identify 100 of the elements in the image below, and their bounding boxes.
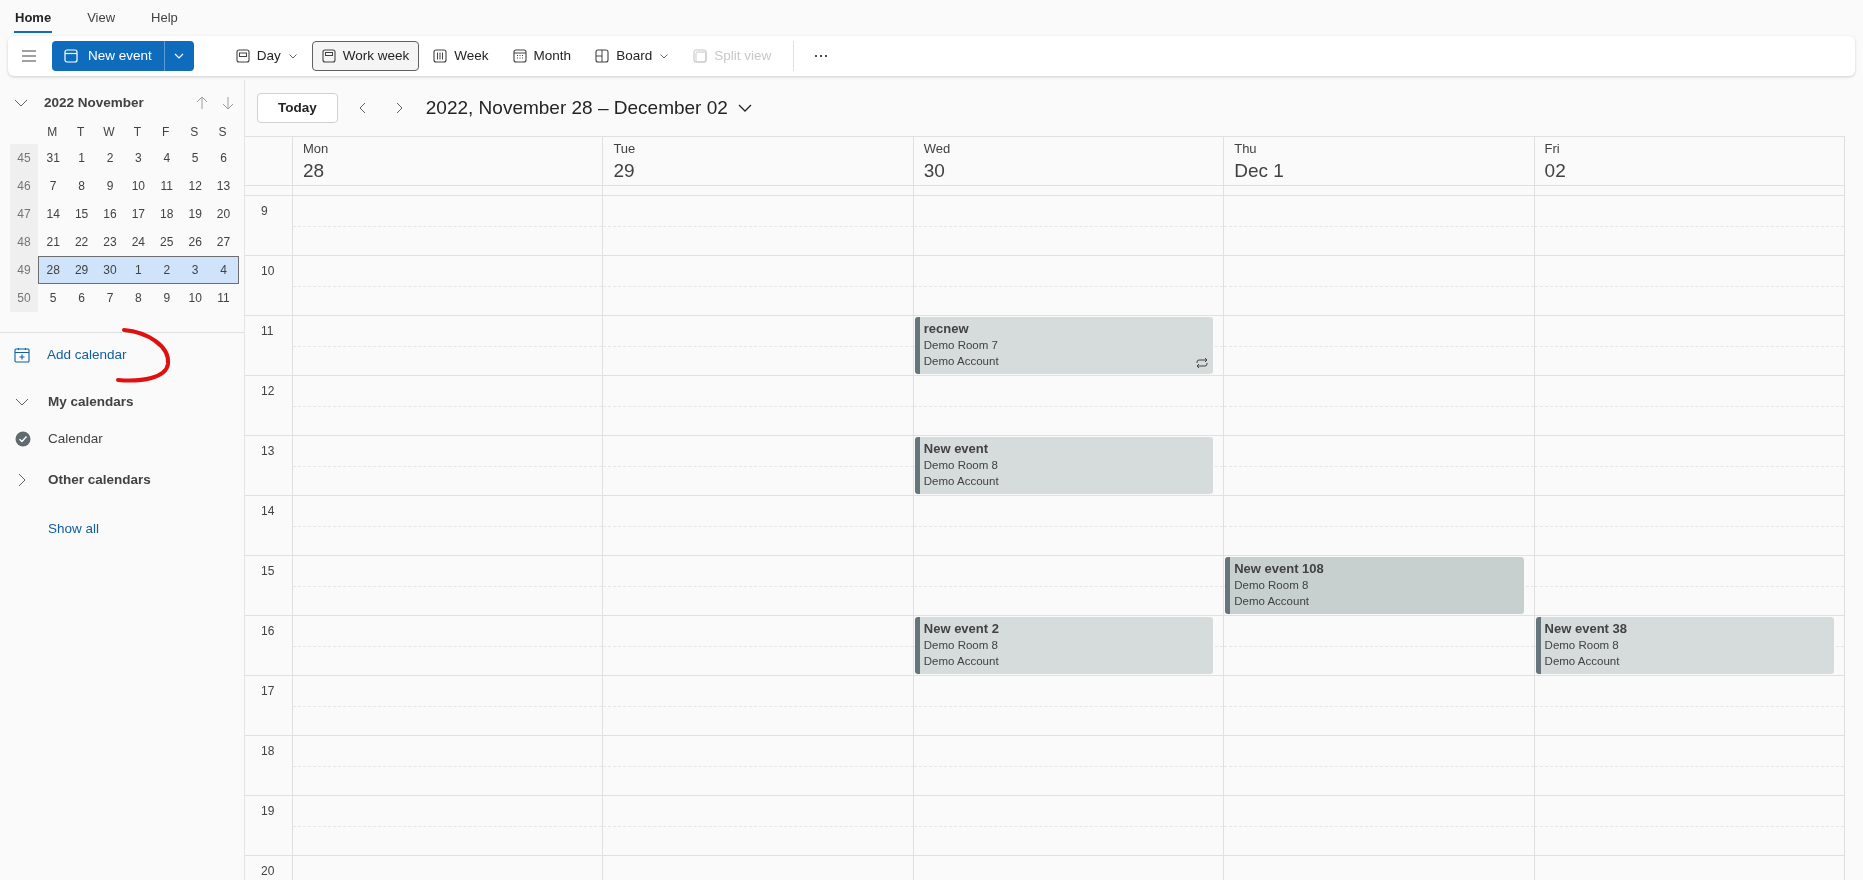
- calendar-item[interactable]: Calendar: [0, 425, 103, 453]
- calendar-day[interactable]: 16: [95, 201, 125, 227]
- calendar-day[interactable]: 23: [95, 229, 125, 255]
- calendar-day[interactable]: 2: [152, 257, 181, 283]
- calendar-day[interactable]: 30: [95, 257, 125, 283]
- calendar-icon: [64, 49, 78, 63]
- hour-label: 20: [261, 864, 275, 878]
- dropdown-button[interactable]: [164, 41, 194, 71]
- menu-tab[interactable]: Help: [150, 5, 179, 33]
- weekday-label: M: [46, 124, 59, 141]
- event-location: Demo Room 7: [923, 338, 999, 353]
- calendar-group[interactable]: Other calendars: [0, 457, 151, 503]
- calendar-day[interactable]: 10: [124, 173, 153, 199]
- week-view-icon: [433, 49, 448, 63]
- event-card[interactable]: New event Demo Room 8 Demo Account: [914, 437, 1214, 494]
- calendar-day[interactable]: 20: [209, 201, 238, 227]
- calendar-day[interactable]: 3: [124, 145, 153, 171]
- hour-label: 16: [261, 624, 275, 638]
- day-date: 29: [613, 158, 636, 183]
- event-location: Demo Room 8: [1234, 578, 1310, 593]
- hour-label: 13: [261, 444, 275, 458]
- calendar-day[interactable]: 28: [39, 257, 68, 283]
- calendar-day[interactable]: 7: [95, 285, 125, 311]
- event-card[interactable]: New event 2 Demo Room 8 Demo Account: [914, 617, 1214, 674]
- week-number: 50: [10, 284, 38, 312]
- view-button[interactable]: Work week: [311, 41, 420, 71]
- today-button[interactable]: Today: [257, 93, 338, 123]
- event-organizer: Demo Account: [923, 654, 1000, 669]
- calendar-day[interactable]: 22: [67, 229, 96, 255]
- view-button[interactable]: Day: [225, 41, 308, 71]
- event-title: New event 108: [1234, 560, 1325, 577]
- calendar-day[interactable]: 6: [209, 145, 238, 171]
- chevron-right-icon: [395, 102, 404, 114]
- calendar-day[interactable]: 6: [67, 285, 96, 311]
- calendar-day[interactable]: 17: [124, 201, 153, 227]
- calendar-day[interactable]: 1: [124, 257, 153, 283]
- next-button[interactable]: [395, 102, 404, 114]
- new-event-button[interactable]: New event: [52, 41, 165, 71]
- weekday-label: F: [161, 124, 171, 141]
- hour-label: 14: [261, 504, 275, 518]
- show-all-link[interactable]: Show all: [0, 511, 100, 547]
- hour-label: 18: [261, 744, 275, 758]
- event-title: New event: [923, 440, 990, 457]
- calendar-day[interactable]: 3: [180, 257, 210, 283]
- calendar-day[interactable]: 4: [152, 145, 181, 171]
- previous-month-button[interactable]: [196, 96, 208, 110]
- collapse-button[interactable]: [14, 98, 28, 108]
- calendar-day[interactable]: 4: [209, 257, 238, 283]
- previous-button[interactable]: [357, 102, 366, 114]
- calendar-day[interactable]: 8: [124, 285, 153, 311]
- calendar-day[interactable]: 29: [67, 257, 96, 283]
- calendar-day[interactable]: 15: [67, 201, 96, 227]
- event-card[interactable]: New event 108 Demo Room 8 Demo Account: [1225, 557, 1524, 614]
- event-card[interactable]: New event 38 Demo Room 8 Demo Account: [1535, 617, 1834, 674]
- caret-icon: [737, 103, 752, 113]
- calendar-day[interactable]: 25: [152, 229, 181, 255]
- add-calendar-link[interactable]: Add calendar: [0, 335, 127, 375]
- calendar-day[interactable]: 31: [39, 145, 68, 171]
- view-button[interactable]: Week: [423, 41, 499, 71]
- calendar-day[interactable]: 11: [152, 173, 181, 199]
- calendar-day[interactable]: 14: [39, 201, 68, 227]
- calendar-group[interactable]: My calendars: [0, 379, 134, 425]
- calendar-day[interactable]: 2: [95, 145, 125, 171]
- calendar-day[interactable]: 11: [209, 285, 238, 311]
- weekday-label: T: [132, 124, 143, 141]
- calendar-day[interactable]: 19: [180, 201, 210, 227]
- calendar-day[interactable]: 1: [67, 145, 96, 171]
- calendar-day[interactable]: 7: [39, 173, 68, 199]
- event-title: recnew: [923, 320, 970, 337]
- menu-tab[interactable]: View: [86, 5, 117, 33]
- event-card[interactable]: recnew Demo Room 7 Demo Account: [914, 317, 1214, 374]
- view-button[interactable]: Board: [585, 41, 680, 71]
- calendar-day[interactable]: 24: [124, 229, 153, 255]
- calendar-day[interactable]: 18: [152, 201, 181, 227]
- arrow-down-icon: [222, 96, 234, 110]
- event-location: Demo Room 8: [1544, 638, 1620, 653]
- calendar-day[interactable]: 5: [180, 145, 210, 171]
- weekday-label: S: [189, 124, 200, 141]
- calendar-day[interactable]: 9: [152, 285, 181, 311]
- chevron-down-icon: [14, 98, 28, 108]
- calendar-day[interactable]: 9: [95, 173, 125, 199]
- event-title: New event 2: [923, 620, 1000, 637]
- calendar-day[interactable]: 8: [67, 173, 96, 199]
- next-month-button[interactable]: [222, 96, 234, 110]
- calendar-add-icon: [14, 347, 30, 363]
- calendar-day[interactable]: 12: [180, 173, 210, 199]
- event-location: Demo Room 8: [923, 638, 999, 653]
- menu-tab[interactable]: Home: [14, 5, 53, 33]
- calendar-day[interactable]: 27: [209, 229, 238, 255]
- event-organizer: Demo Account: [923, 474, 1000, 489]
- view-button[interactable]: Month: [502, 41, 582, 71]
- calendar-day[interactable]: 5: [39, 285, 68, 311]
- hour-label: 17: [261, 684, 275, 698]
- split-view-icon: [693, 49, 708, 63]
- calendar-day[interactable]: 21: [39, 229, 68, 255]
- calendar-day[interactable]: 10: [180, 285, 210, 311]
- calendar-day[interactable]: 13: [209, 173, 238, 199]
- chevron-right-icon: [17, 473, 27, 487]
- date-range-dropdown[interactable]: 2022, November 28 – December 02: [425, 93, 752, 123]
- calendar-day[interactable]: 26: [180, 229, 210, 255]
